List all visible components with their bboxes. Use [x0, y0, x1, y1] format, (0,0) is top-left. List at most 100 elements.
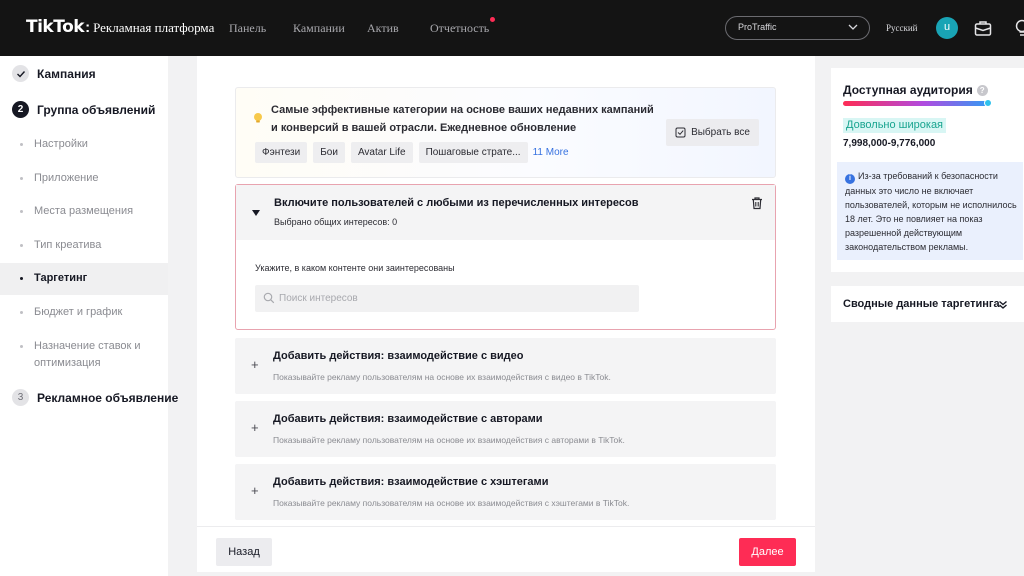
- summary-title: Сводные данные таргетинга: [843, 298, 1000, 310]
- sidebar-item-placements[interactable]: Места размещения: [0, 203, 168, 220]
- suggestions-text: Самые эффективные категории на основе ва…: [271, 104, 654, 134]
- step-label: Группа объявлений: [37, 102, 156, 117]
- next-button[interactable]: Далее: [739, 538, 796, 566]
- audience-range: 7,998,000-9,776,000: [843, 138, 936, 149]
- select-all-icon: [675, 127, 686, 138]
- sidebar-item-label: Места размещения: [34, 205, 134, 217]
- interests-count: Выбрано общих интересов: 0: [274, 217, 398, 227]
- logo-subtitle: Рекламная платформа: [93, 20, 215, 35]
- interests-hint: Укажите, в каком контенте они заинтересо…: [255, 263, 455, 273]
- steps-sidebar: Кампания 2 Группа объявлений Настройки П…: [0, 56, 178, 576]
- footer-divider: [197, 526, 815, 527]
- interests-title: Включите пользователей с любыми из переч…: [274, 197, 639, 209]
- more-link[interactable]: 11 More: [533, 147, 569, 158]
- add-creator-actions[interactable]: + Добавить действия: взаимодействие с ав…: [235, 401, 776, 457]
- interest-search-input[interactable]: [255, 285, 639, 312]
- search-icon: [263, 292, 275, 304]
- action-title: Добавить действия: взаимодействие с хэшт…: [273, 476, 549, 488]
- audience-card: Доступная аудитория ? Довольно широкая 7…: [831, 68, 1024, 272]
- add-hashtag-actions[interactable]: + Добавить действия: взаимодействие с хэ…: [235, 464, 776, 520]
- sidebar-item-bidding[interactable]: Назначение ставок и оптимизация: [0, 338, 160, 372]
- info-icon: i: [845, 174, 855, 184]
- audience-title-label: Доступная аудитория: [843, 83, 973, 97]
- plus-icon: +: [251, 357, 259, 372]
- nav-assets[interactable]: Актив: [367, 21, 399, 36]
- double-chevron-down-icon: [999, 300, 1007, 309]
- interests-header[interactable]: Включите пользователей с любыми из переч…: [236, 185, 775, 240]
- sidebar-item-label: Таргетинг: [34, 272, 88, 284]
- sidebar-item-label: Бюджет и график: [34, 306, 123, 318]
- step-ad-group[interactable]: 2 Группа объявлений: [12, 101, 155, 118]
- check-icon: [12, 65, 29, 82]
- add-video-actions[interactable]: + Добавить действия: взаимодействие с ви…: [235, 338, 776, 394]
- action-description: Показывайте рекламу пользователям на осн…: [273, 372, 611, 382]
- top-bar: TikTok : Рекламная платформа Панель Камп…: [0, 0, 1024, 56]
- step-campaign[interactable]: Кампания: [12, 65, 96, 82]
- trash-icon[interactable]: [750, 196, 764, 210]
- sidebar-item-budget[interactable]: Бюджет и график: [0, 304, 168, 321]
- plus-icon: +: [251, 420, 259, 435]
- nav-reporting-label: Отчетность: [430, 21, 490, 35]
- audience-meter-indicator: [984, 99, 992, 107]
- targeting-summary[interactable]: Сводные данные таргетинга: [831, 286, 1024, 322]
- suggestion-chips: Фэнтези Бои Avatar Life Пошаговые страте…: [255, 142, 569, 163]
- select-all-label: Выбрать все: [691, 127, 750, 138]
- audience-note: i Из-за требований к безопасности данных …: [837, 162, 1023, 260]
- caret-down-icon[interactable]: [252, 210, 260, 216]
- sidebar-item-label: Приложение: [34, 172, 99, 184]
- chevron-down-icon: [848, 24, 858, 30]
- step-number: 3: [12, 389, 29, 406]
- briefcase-icon[interactable]: [973, 18, 993, 38]
- step-ad[interactable]: 3 Рекламное объявление: [12, 389, 178, 406]
- action-title: Добавить действия: взаимодействие с авто…: [273, 413, 543, 425]
- sidebar-item-app[interactable]: Приложение: [0, 170, 168, 187]
- chip-turn-based-strategy[interactable]: Пошаговые страте...: [418, 142, 528, 163]
- sidebar-item-settings[interactable]: Настройки: [0, 136, 168, 153]
- select-all-button[interactable]: Выбрать все: [666, 119, 759, 146]
- bullet-dot: [20, 277, 23, 280]
- bullet-dot: [20, 244, 23, 247]
- bullet-dot: [20, 177, 23, 180]
- help-icon[interactable]: ?: [976, 84, 988, 96]
- nav-reporting[interactable]: Отчетность: [430, 17, 496, 36]
- plus-icon: +: [251, 483, 259, 498]
- chip-avatar-life[interactable]: Avatar Life: [350, 142, 413, 163]
- account-select[interactable]: ProTraffic: [725, 16, 870, 40]
- step-label: Кампания: [37, 66, 96, 81]
- interests-section: Включите пользователей с любыми из переч…: [235, 184, 776, 330]
- sidebar-item-label: Тип креатива: [34, 239, 102, 251]
- nav-dashboard[interactable]: Панель: [229, 21, 266, 36]
- audience-meter: [843, 101, 990, 106]
- action-description: Показывайте рекламу пользователям на осн…: [273, 498, 630, 508]
- audience-status: Довольно широкая: [843, 118, 947, 133]
- language-switch[interactable]: Русский: [886, 23, 918, 33]
- targeting-panel: Самые эффективные категории на основе ва…: [197, 56, 815, 572]
- action-title: Добавить действия: взаимодействие с виде…: [273, 350, 524, 362]
- step-number: 2: [12, 101, 29, 118]
- nav-campaigns[interactable]: Кампании: [293, 21, 345, 36]
- sidebar-item-targeting[interactable]: Таргетинг: [0, 263, 168, 295]
- logo-colon: :: [85, 19, 91, 36]
- bullet-dot: [20, 345, 23, 348]
- audience-title: Доступная аудитория ?: [843, 83, 988, 97]
- audience-note-text: Из-за требований к безопасности данных э…: [845, 171, 1017, 252]
- avatar[interactable]: u: [936, 17, 958, 39]
- sidebar-item-creative-type[interactable]: Тип креатива: [0, 237, 168, 254]
- bullet-dot: [20, 143, 23, 146]
- tiktok-ads-logo[interactable]: TikTok : Рекламная платформа: [26, 17, 214, 37]
- chip-fighting[interactable]: Бои: [313, 142, 345, 163]
- interest-suggestions: Самые эффективные категории на основе ва…: [235, 87, 776, 178]
- lightbulb-icon: [254, 113, 262, 123]
- notification-dot: [490, 17, 496, 22]
- lightbulb-icon[interactable]: [1012, 18, 1024, 38]
- logo-text: TikTok: [26, 17, 85, 37]
- step-label: Рекламное объявление: [37, 390, 179, 405]
- sidebar-item-label: Назначение ставок и оптимизация: [34, 340, 141, 369]
- sidebar-item-label: Настройки: [34, 138, 88, 150]
- action-description: Показывайте рекламу пользователям на осн…: [273, 435, 625, 445]
- bullet-dot: [20, 210, 23, 213]
- account-name: ProTraffic: [738, 22, 777, 32]
- bullet-dot: [20, 311, 23, 314]
- chip-fantasy[interactable]: Фэнтези: [255, 142, 308, 163]
- back-button[interactable]: Назад: [216, 538, 272, 566]
